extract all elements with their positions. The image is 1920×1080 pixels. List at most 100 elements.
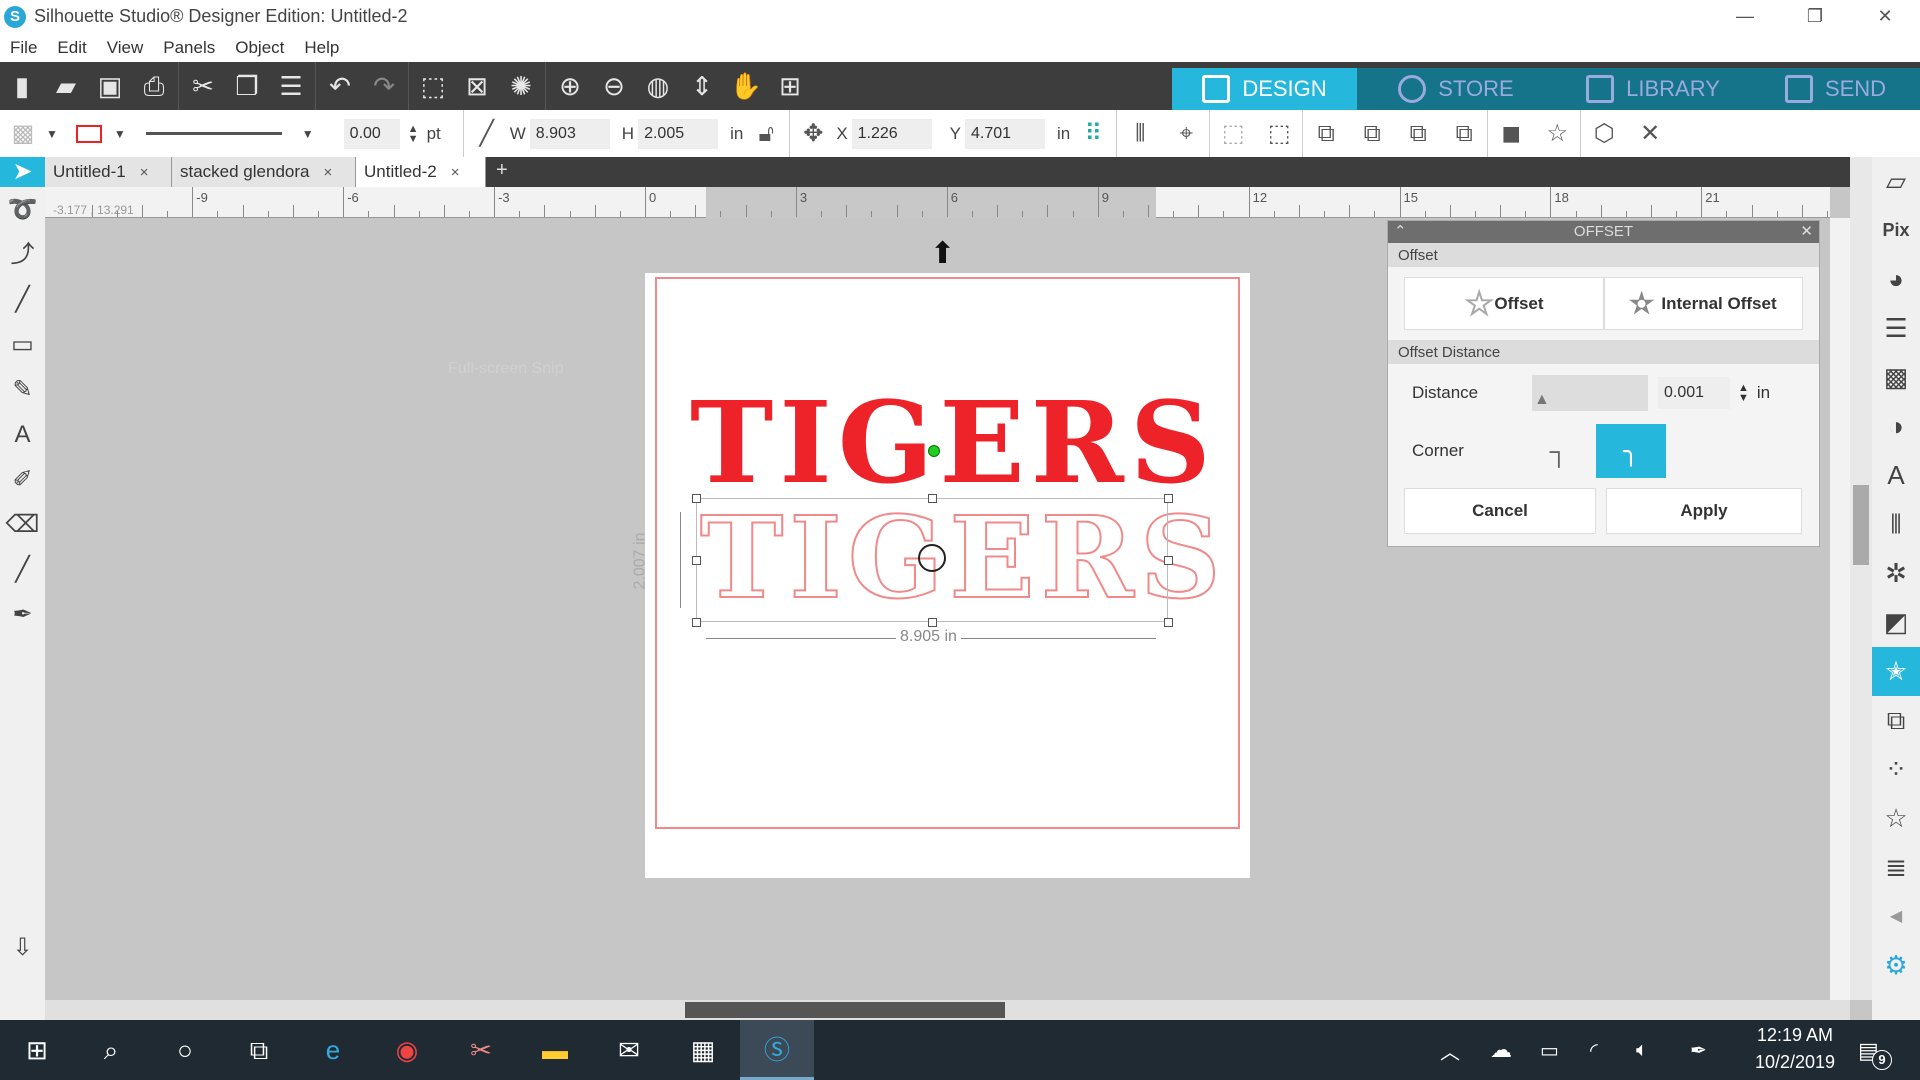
line-style-icon[interactable]: ☰ <box>1872 304 1920 353</box>
knife-tool-icon[interactable]: ╱ <box>0 547 45 592</box>
pen-icon[interactable]: ✒ <box>1690 1038 1707 1063</box>
menu-file[interactable]: File <box>0 38 47 58</box>
fill-pattern-icon[interactable]: ▩ <box>0 119 46 148</box>
height-input[interactable]: 2.005 <box>638 118 719 149</box>
windows-start-icon[interactable]: ⊞ <box>0 1020 74 1080</box>
tab-library[interactable]: LIBRARY <box>1555 68 1751 110</box>
new-file-icon[interactable]: ▮ <box>0 64 44 108</box>
resize-handle[interactable] <box>1164 494 1173 503</box>
rotate-handle[interactable] <box>928 445 940 457</box>
select-all-icon[interactable]: ⬚ <box>411 64 455 108</box>
eraser-tool-icon[interactable]: ⌫ <box>0 502 45 547</box>
scroll-thumb[interactable] <box>1853 485 1869 565</box>
draw-tool-icon[interactable]: ✐ <box>0 457 45 502</box>
rectangle-tool-icon[interactable]: ▭ <box>0 322 45 367</box>
add-tab-button[interactable]: + <box>486 157 518 187</box>
show-hidden-icons[interactable]: ︿ <box>1440 1036 1460 1065</box>
tab-untitled-1[interactable]: Untitled-1 × <box>45 157 172 187</box>
chrome-icon[interactable]: ◉ <box>370 1020 444 1080</box>
weld-icon[interactable]: ◼ <box>1488 119 1534 148</box>
zoom-selection-icon[interactable]: ◍ <box>636 64 680 108</box>
resize-handle[interactable] <box>692 556 701 565</box>
battery-icon[interactable]: ▭ <box>1540 1038 1559 1063</box>
cortana-icon[interactable]: ○ <box>148 1020 222 1080</box>
group-icon[interactable]: ⬚ <box>1210 119 1256 148</box>
import-icon[interactable]: ⇩ <box>0 925 45 970</box>
text-style-icon[interactable]: A <box>1872 451 1920 500</box>
vertical-scrollbar[interactable] <box>1850 157 1872 1000</box>
wifi-icon[interactable]: ◜ <box>1590 1038 1598 1063</box>
offset-star-icon[interactable]: ☆ <box>1534 119 1580 148</box>
edit-points-icon[interactable]: ⤴ <box>0 232 45 277</box>
bring-forward-icon[interactable]: ⧉ <box>1395 120 1441 148</box>
file-explorer-icon[interactable]: ▬ <box>518 1020 592 1080</box>
chevron-down-icon[interactable]: ▼ <box>302 127 314 141</box>
internet-explorer-icon[interactable]: e <box>296 1020 370 1080</box>
settings-gear-icon[interactable]: ⚙ <box>1872 941 1920 990</box>
tab-design[interactable]: DESIGN <box>1172 68 1357 110</box>
tab-send[interactable]: SEND <box>1751 68 1920 110</box>
close-tab-icon[interactable]: × <box>323 164 332 181</box>
send-to-back-icon[interactable]: ⧉ <box>1349 120 1395 148</box>
menu-edit[interactable]: Edit <box>47 38 96 58</box>
close-tab-icon[interactable]: × <box>140 164 149 181</box>
onedrive-icon[interactable]: ☁ <box>1490 1037 1512 1063</box>
menu-help[interactable]: Help <box>294 38 349 58</box>
corner-round-button[interactable]: ╮ <box>1596 424 1666 478</box>
calculator-icon[interactable]: ▦ <box>666 1020 740 1080</box>
close-tab-icon[interactable]: × <box>451 164 460 181</box>
resize-handle[interactable] <box>692 618 701 627</box>
menu-panels[interactable]: Panels <box>153 38 225 58</box>
slider-thumb[interactable]: ▲ <box>1534 391 1550 409</box>
delete-icon[interactable]: ✕ <box>1627 119 1673 148</box>
corner-sharp-button[interactable]: ┐ <box>1532 424 1586 478</box>
resize-handle[interactable] <box>1164 618 1173 627</box>
distance-input[interactable]: 0.001 <box>1658 377 1730 409</box>
menu-view[interactable]: View <box>97 38 154 58</box>
offset-panel-icon[interactable]: ✭ <box>1872 647 1920 696</box>
resize-handle[interactable] <box>928 618 937 627</box>
horizontal-scrollbar[interactable] <box>45 1000 1850 1020</box>
task-view-icon[interactable]: ⧉ <box>222 1020 296 1080</box>
tab-stacked-glendora[interactable]: stacked glendora × <box>172 157 356 187</box>
resize-handle[interactable] <box>692 494 701 503</box>
y-input[interactable]: 4.701 <box>965 118 1045 149</box>
text-tool-icon[interactable]: A <box>0 412 45 457</box>
fit-to-page-icon[interactable]: ⇕ <box>680 64 724 108</box>
resize-handle[interactable] <box>1164 556 1173 565</box>
deselect-icon[interactable]: ⊠ <box>455 64 499 108</box>
volume-icon[interactable]: 🔈︎ <box>1636 1039 1648 1062</box>
sketch-icon[interactable]: ⁘ <box>1872 745 1920 794</box>
select-by-color-icon[interactable]: ✺ <box>499 64 543 108</box>
anchor-grid-icon[interactable]: ⠿ <box>1070 119 1116 148</box>
zoom-out-icon[interactable]: ⊖ <box>592 64 636 108</box>
print-icon[interactable]: ⎙ <box>132 64 176 108</box>
line-tool-icon[interactable]: ╱ <box>0 277 45 322</box>
chevron-down-icon[interactable]: ▼ <box>114 127 126 141</box>
line-color-swatch[interactable] <box>75 124 102 143</box>
tigers-filled-text[interactable]: TIGERS <box>690 385 1211 503</box>
replicate-icon[interactable]: ⬡ <box>1581 119 1627 148</box>
width-input[interactable]: 8.903 <box>529 118 610 149</box>
pencil-tool-icon[interactable]: ✎ <box>0 367 45 412</box>
page-setup-icon[interactable]: ▱ <box>1872 157 1920 206</box>
lock-aspect-icon[interactable]: 🔓︎ <box>743 120 789 148</box>
fill-color-icon[interactable]: ◕ <box>1872 255 1920 304</box>
silhouette-studio-taskbar-icon[interactable]: Ⓢ <box>740 1020 814 1080</box>
mail-icon[interactable]: ✉ <box>592 1020 666 1080</box>
fill-pattern-icon[interactable]: ▩ <box>1872 353 1920 402</box>
cancel-button[interactable]: Cancel <box>1404 488 1596 534</box>
pan-hand-icon[interactable]: ✋ <box>724 64 768 108</box>
close-panel-icon[interactable]: ✕ <box>1800 221 1813 243</box>
undo-icon[interactable]: ↶ <box>318 64 362 108</box>
collapse-arrow-icon[interactable]: ◀ <box>1872 892 1920 941</box>
trace-icon[interactable]: ⧉ <box>1872 696 1920 745</box>
apply-button[interactable]: Apply <box>1606 488 1802 534</box>
bring-to-front-icon[interactable]: ⧉ <box>1303 120 1349 148</box>
scroll-thumb[interactable] <box>685 1002 1005 1018</box>
ungroup-icon[interactable]: ⬚ <box>1256 119 1302 148</box>
gradient-icon[interactable]: ◑ <box>1872 402 1920 451</box>
paste-icon[interactable]: ☰ <box>269 64 313 108</box>
layers-icon[interactable]: ≣ <box>1872 843 1920 892</box>
x-input[interactable]: 1.226 <box>851 118 932 149</box>
